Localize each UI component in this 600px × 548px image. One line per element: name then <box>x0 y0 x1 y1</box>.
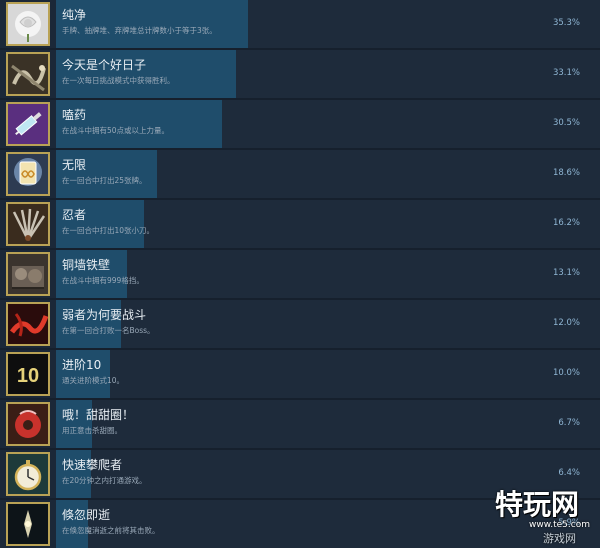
achievement-row[interactable]: 纯净手牌、抽牌堆、弃牌堆总计牌数小于等于3张。 35.3% <box>0 0 600 48</box>
watermark-side-text: 游戏网 <box>543 532 576 545</box>
achievement-title: 倏忽即逝 <box>62 508 111 522</box>
achievement-row[interactable]: 铜墙铁壁在战斗中拥有999格挡。 13.1% <box>0 250 600 298</box>
unlock-percentage: 12.0% <box>552 318 580 328</box>
achievement-title: 弱者为何要战斗 <box>62 308 147 322</box>
achievement-row[interactable]: 无限在一回合中打出25张牌。 18.6% <box>0 150 600 198</box>
unlock-percentage: 30.5% <box>552 118 580 128</box>
achievement-row[interactable]: 哦！甜甜圈！ 用正意击杀甜圈。 6.7% <box>0 400 600 448</box>
achievement-description: 手牌、抽牌堆、弃牌堆总计牌数小于等于3张。 <box>62 26 217 35</box>
achievement-row[interactable]: 忍者在一回合中打出10张小刀。 16.2% <box>0 200 600 248</box>
achievement-row[interactable]: 今天是个好日子在一次每日挑战模式中获得胜利。 33.1% <box>0 50 600 98</box>
progress-track <box>56 200 600 248</box>
serpent-coil-icon <box>6 52 50 96</box>
achievement-title: 今天是个好日子 <box>62 58 147 72</box>
white-rose-icon <box>6 2 50 46</box>
unlock-percentage: 13.1% <box>552 268 580 278</box>
watermark-logo-text: 特玩网 <box>495 488 580 521</box>
infinity-card-icon <box>6 152 50 196</box>
achievement-title: 嗑药 <box>62 108 87 122</box>
achievement-description: 用正意击杀甜圈。 <box>62 426 122 435</box>
ascension-10-icon: 10 <box>6 352 50 396</box>
red-tendril-icon <box>6 302 50 346</box>
pocket-watch-icon <box>6 452 50 496</box>
achievement-description: 在20分钟之内打通游戏。 <box>62 476 147 485</box>
achievement-row[interactable]: 弱者为何要战斗在第一回合打败一名Boss。 12.0% <box>0 300 600 348</box>
unlock-percentage: 18.6% <box>552 168 580 178</box>
iron-wall-icon <box>6 252 50 296</box>
site-watermark: 特玩网 www.te5.com 游戏网 <box>495 488 600 547</box>
progress-track <box>56 250 600 298</box>
achievement-description: 通关进阶模式10。 <box>62 376 125 385</box>
achievement-description: 在倏忽魔消逝之前将其击败。 <box>62 526 160 535</box>
unlock-percentage: 6.7% <box>558 418 580 428</box>
achievement-title: 铜墙铁壁 <box>62 258 111 272</box>
progress-track <box>56 350 600 398</box>
achievement-description: 在战斗中拥有50点或以上力量。 <box>62 126 170 135</box>
achievement-description: 在战斗中拥有999格挡。 <box>62 276 144 285</box>
achievement-title: 忍者 <box>62 208 87 222</box>
achievement-title: 无限 <box>62 158 87 172</box>
donut-icon <box>6 402 50 446</box>
dagger-fan-icon <box>6 202 50 246</box>
achievement-description: 在第一回合打败一名Boss。 <box>62 326 155 335</box>
achievement-description: 在一回合中打出25张牌。 <box>62 176 147 185</box>
achievement-title: 纯净 <box>62 8 87 22</box>
syringe-icon <box>6 102 50 146</box>
achievement-title: 快速攀爬者 <box>62 458 123 472</box>
unlock-percentage: 33.1% <box>552 68 580 78</box>
progress-track <box>56 400 600 448</box>
unlock-percentage: 6.4% <box>558 468 580 478</box>
achievement-description: 在一回合中打出10张小刀。 <box>62 226 155 235</box>
achievement-row[interactable]: 10 进阶10 通关进阶模式10。 10.0% <box>0 350 600 398</box>
watermark-url: www.te5.com <box>529 520 590 530</box>
achievement-row[interactable]: 嗑药在战斗中拥有50点或以上力量。 30.5% <box>0 100 600 148</box>
achievement-description: 在一次每日挑战模式中获得胜利。 <box>62 76 175 85</box>
achievement-title: 进阶10 <box>62 358 102 372</box>
unlock-percentage: 35.3% <box>552 18 580 28</box>
unlock-percentage: 10.0% <box>552 368 580 378</box>
progress-track <box>56 100 600 148</box>
shadow-figure-icon <box>6 502 50 546</box>
achievement-title: 哦！甜甜圈！ <box>62 408 135 422</box>
unlock-percentage: 16.2% <box>552 218 580 228</box>
progress-track <box>56 150 600 198</box>
svg-text:10: 10 <box>17 365 39 387</box>
progress-track <box>56 0 600 48</box>
